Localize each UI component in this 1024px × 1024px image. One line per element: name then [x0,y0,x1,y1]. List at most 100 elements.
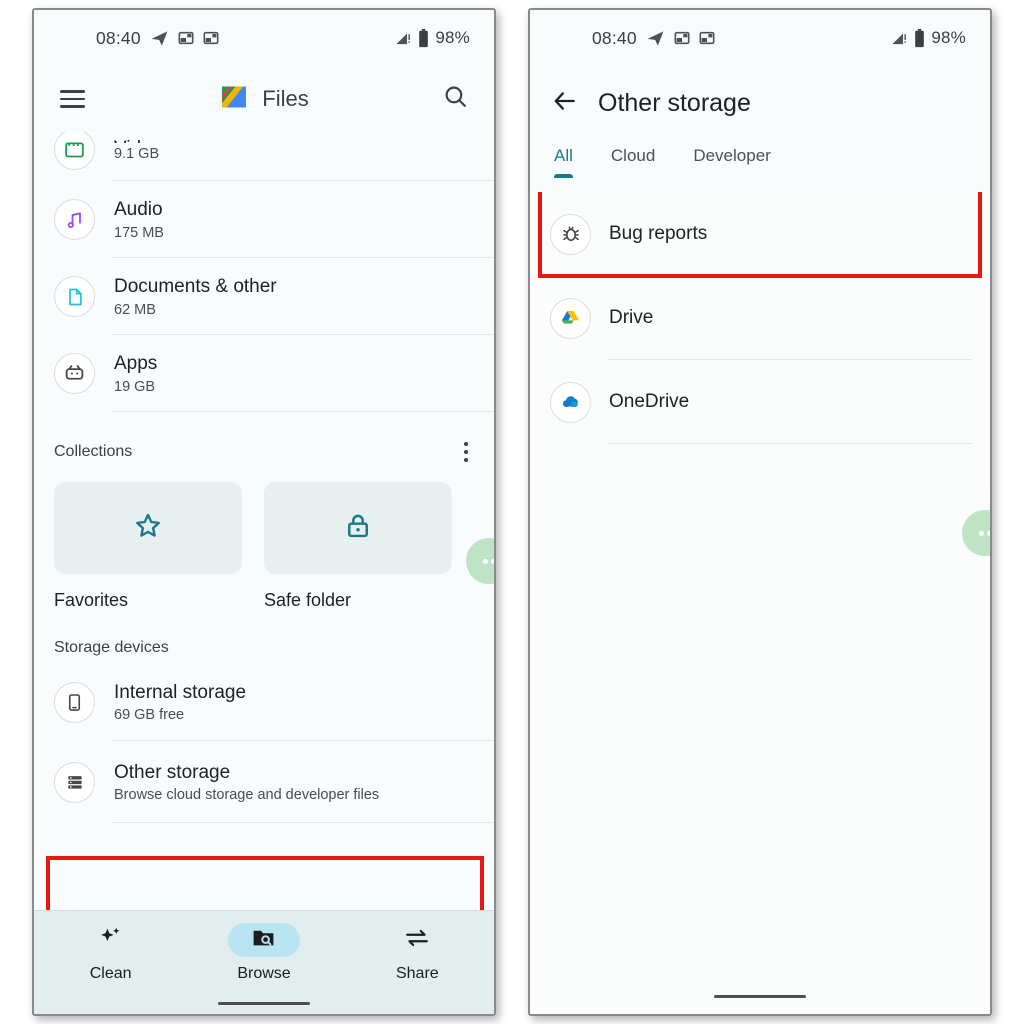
collections-grid: Favorites Safe folder [34,478,494,611]
collection-favorites[interactable]: Favorites [54,482,242,611]
row-divider [112,822,494,823]
list-item-label: OneDrive [609,391,690,412]
screenshot-stage: 08:40 98% Files 9.1 GB Audio 175 MB Docu… [0,0,1024,1024]
collections-header: Collections [34,412,494,478]
tab-bar: All Cloud Developer [530,140,990,192]
storage-devices-title: Storage devices [54,639,169,656]
document-icon [54,276,95,317]
battery-icon [418,28,429,48]
star-icon [133,511,163,546]
google-drive-icon [550,297,591,339]
safe-folder-card[interactable] [264,482,452,574]
tab-developer[interactable]: Developer [693,146,771,178]
category-title: Apps [114,353,158,375]
nav-item-clean[interactable]: Clean [34,923,187,983]
status-bar: 08:40 98% [530,10,990,66]
scroll-bubble-indicator[interactable] [962,510,990,556]
storage-list-icon [54,761,95,803]
telegram-icon [646,29,665,48]
telegram-icon [150,29,169,48]
collection-label: Favorites [54,590,129,610]
collection-label: Safe folder [264,590,352,610]
highlight-box-other-storage [46,856,484,910]
app-title: Files [262,86,309,111]
share-arrows-icon [404,925,430,956]
right-scroll-body[interactable]: Bug reports Drive OneDrive [530,192,990,1014]
category-size: 9.1 GB [114,146,160,162]
more-vert-icon[interactable] [460,438,472,466]
list-item-label: Bug reports [609,223,708,244]
video-icon [54,132,95,170]
back-arrow-icon[interactable] [552,88,578,119]
list-item-drive[interactable]: Drive [530,276,990,360]
storage-row-other[interactable]: Other storage Browse cloud storage and d… [34,741,494,823]
category-title: Documents & other [114,276,277,298]
signal-warning-icon [395,30,412,47]
battery-icon [914,28,925,48]
signal-warning-icon [891,30,908,47]
category-title: Videos [114,137,172,143]
files-by-google-logo [219,82,249,117]
hamburger-icon[interactable] [60,90,85,108]
battery-percent: 98% [931,28,966,47]
nav-pill [381,923,453,957]
left-scroll-body[interactable]: Videos 9.1 GB Audio 175 MB [34,132,494,910]
notification-icon [674,30,690,46]
search-icon[interactable] [443,84,468,114]
storage-row-internal[interactable]: Internal storage 69 GB free [34,663,494,741]
home-indicator [714,994,806,998]
notification-icon [699,30,715,46]
category-row-apps[interactable]: Apps 19 GB [34,335,494,412]
row-divider [112,411,494,412]
category-size: 175 MB [114,224,164,241]
tab-all[interactable]: All [554,146,573,178]
nav-item-browse[interactable]: Browse [187,923,340,983]
nav-label: Share [395,965,439,982]
storage-title: Other storage [114,761,231,783]
tab-cloud[interactable]: Cloud [611,146,655,178]
right-phone-screen: 08:40 98% Other storage All Cloud Develo… [528,8,992,1016]
row-divider [608,443,972,444]
nav-pill-active [227,923,300,957]
status-bar-time: 08:40 [96,27,141,48]
status-bar: 08:40 98% [34,10,494,66]
home-indicator [218,1001,310,1005]
bug-icon [550,213,591,255]
page-title: Other storage [598,88,751,117]
category-title: Audio [114,199,163,221]
nav-pill [75,923,147,957]
status-bar-time: 08:40 [592,27,637,48]
app-brand: Files [219,82,309,117]
category-row-documents[interactable]: Documents & other 62 MB [34,258,494,335]
notification-icon [178,30,194,46]
category-size: 62 MB [114,301,156,318]
sparkle-icon [98,925,123,955]
folder-search-icon [251,925,276,955]
left-phone-screen: 08:40 98% Files 9.1 GB Audio 175 MB Docu… [32,8,496,1016]
app-bar: Files [34,66,494,132]
nav-label: Browse [237,965,291,982]
storage-title: Internal storage [114,681,247,703]
list-item-bug-reports[interactable]: Bug reports [530,192,990,276]
notification-icon [203,30,219,46]
collections-title: Collections [54,443,133,460]
page-top-bar: Other storage [530,66,990,140]
category-size: 19 GB [114,378,156,395]
list-item-label: Drive [609,307,654,328]
bottom-navigation: Clean Browse Share [34,910,494,1014]
list-item-onedrive[interactable]: OneDrive [530,360,990,444]
battery-percent: 98% [435,28,470,47]
storage-subtitle: 69 GB free [114,707,185,724]
phone-icon [54,681,95,723]
lock-icon [344,512,372,545]
collection-safe-folder[interactable]: Safe folder [264,482,452,611]
nav-item-share[interactable]: Share [341,923,494,983]
favorites-card[interactable] [54,482,242,574]
onedrive-icon [550,381,591,423]
audio-icon [54,199,95,240]
category-row-audio[interactable]: Audio 175 MB [34,181,494,258]
storage-subtitle: Browse cloud storage and developer files [114,787,380,804]
category-row-videos[interactable]: Videos 9.1 GB [34,132,494,181]
apps-icon [54,353,95,394]
nav-label: Clean [89,965,132,982]
